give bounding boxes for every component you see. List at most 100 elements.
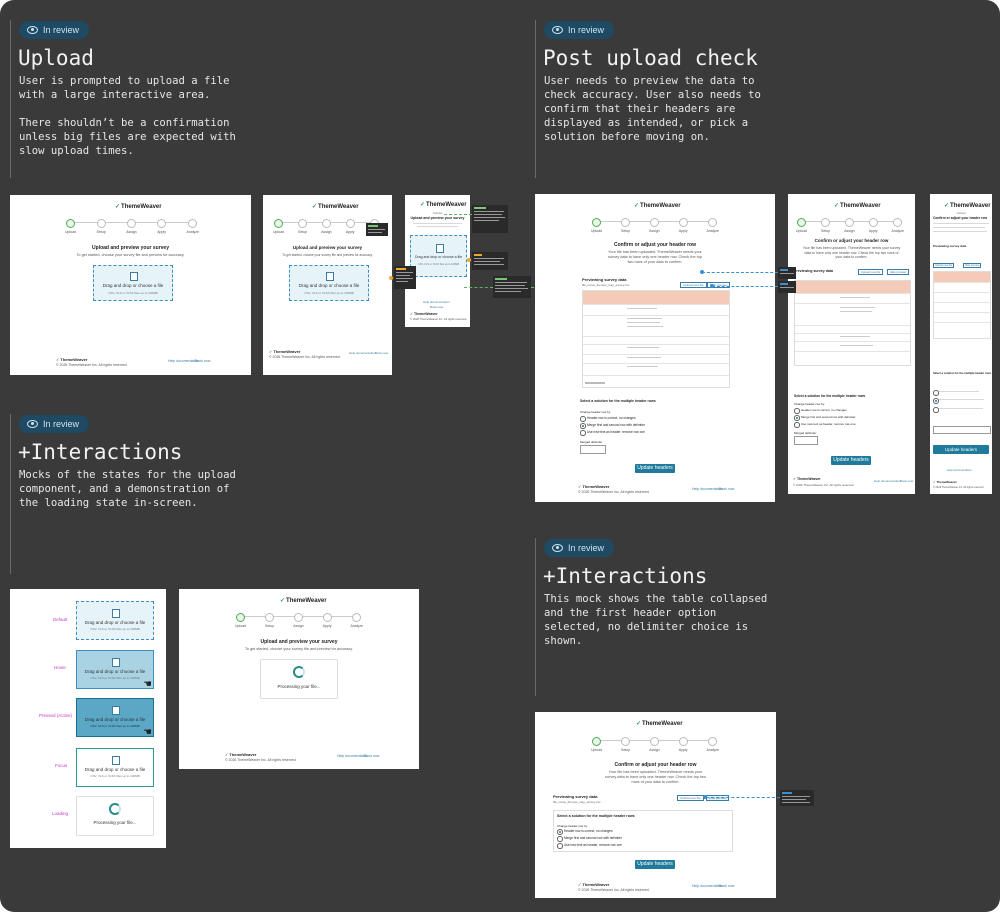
step-analyze[interactable]: Analyze: [707, 737, 719, 752]
step-analyze[interactable]: Analyze: [707, 218, 719, 233]
update-headers-button[interactable]: Update headers: [635, 464, 675, 473]
option-radio-no-change[interactable]: [794, 408, 800, 414]
step-upload[interactable]: Upload: [65, 219, 76, 234]
step-assign[interactable]: Assign: [649, 737, 660, 752]
footer-book-link[interactable]: Book now: [719, 487, 734, 491]
upload-new-file-button[interactable]: Upload new file: [677, 795, 704, 801]
step-apply[interactable]: Apply: [868, 218, 878, 233]
footer-help-link[interactable]: Help documentation: [874, 479, 901, 483]
footer-logo: ThemeWeaver: [578, 882, 609, 887]
footer-logo: ThemeWeaver: [578, 484, 609, 489]
annotation-note: [778, 267, 796, 279]
step-indicator: Upload: [956, 211, 966, 215]
step-analyze[interactable]: Analyze: [351, 613, 363, 628]
status-badge: In review: [544, 539, 615, 557]
footer-book-link[interactable]: Book now: [364, 754, 379, 758]
delimiter-label: Merged delimiter: [580, 440, 603, 444]
step-assign[interactable]: Assign: [321, 219, 332, 234]
stepper: Upload Setup Assign Apply Analyze: [235, 613, 363, 628]
brand-logo: ThemeWeaver: [634, 202, 681, 209]
step-apply[interactable]: Apply: [345, 219, 355, 234]
loading-spinner-icon: [293, 666, 305, 678]
section-title: Post upload check: [543, 46, 758, 70]
footer-logo: ThemeWeaver: [225, 752, 256, 757]
footer-book-link[interactable]: Book now: [430, 305, 443, 309]
hide-preview-button[interactable]: Hide preview: [887, 269, 910, 275]
stepper: Upload Setup Assign Apply Analyze: [65, 219, 199, 234]
footer-book-link[interactable]: Book now: [900, 479, 913, 483]
step-analyze[interactable]: Analyze: [187, 219, 199, 234]
update-headers-button[interactable]: Update headers: [635, 860, 675, 869]
option-radio-merge[interactable]: [580, 423, 586, 429]
option-radio-merge[interactable]: [933, 398, 939, 404]
option-radio-merge[interactable]: [557, 836, 563, 842]
cursor-icon: ☚: [143, 679, 152, 690]
upload-new-file-button[interactable]: Upload new file: [933, 263, 955, 268]
cursor-icon: ☚: [143, 727, 152, 738]
step-upload[interactable]: Upload: [591, 737, 602, 752]
loading-spinner-icon: [109, 803, 121, 815]
step-assign[interactable]: Assign: [844, 218, 855, 233]
confirm-header-screen-tablet: ThemeWeaver Upload Setup Assign Apply An…: [788, 194, 915, 494]
step-apply[interactable]: Apply: [678, 737, 688, 752]
option-radio-new-text[interactable]: [580, 430, 586, 436]
option-radio-new-text[interactable]: [557, 843, 563, 849]
footer-copyright: © 2026 ThemeWeaver Inc. All rights reser…: [225, 758, 297, 762]
step-setup[interactable]: Setup: [621, 218, 630, 233]
option-radio-merge[interactable]: [794, 415, 800, 421]
file-name: file_name_themes_may_survey.csv: [553, 800, 601, 804]
option-radio-no-change[interactable]: [933, 390, 939, 396]
option-radio-no-change[interactable]: [557, 829, 563, 835]
section-title: +Interactions: [18, 440, 183, 464]
delimiter-input[interactable]: [580, 445, 606, 454]
step-assign[interactable]: Assign: [126, 219, 137, 234]
step-analyze[interactable]: Analyze: [892, 218, 904, 233]
step-apply[interactable]: Apply: [157, 219, 167, 234]
footer-help-link[interactable]: Help documentation: [349, 351, 376, 355]
option-radio-new-text[interactable]: [794, 422, 800, 428]
step-upload[interactable]: Upload: [796, 218, 807, 233]
dropzone-default[interactable]: Drag and drop or choose a file CSV, XLS …: [76, 601, 154, 640]
file-dropzone[interactable]: Drag and drop or choose a file CSV, XLS …: [289, 265, 369, 301]
footer-book-link[interactable]: Book now: [195, 359, 210, 363]
update-headers-button[interactable]: Update headers: [831, 456, 871, 465]
show-preview-button[interactable]: Hide preview: [706, 795, 730, 801]
page-title: Confirm or adjust your header row: [933, 216, 988, 220]
delimiter-input[interactable]: [794, 436, 818, 445]
step-setup[interactable]: Setup: [265, 613, 274, 628]
file-dropzone[interactable]: Drag and drop or choose a file CSV, XLS …: [93, 265, 173, 301]
step-setup[interactable]: Setup: [97, 219, 106, 234]
footer-book-link[interactable]: Book now: [719, 884, 734, 888]
footer-help-link[interactable]: Help documentation: [947, 468, 972, 472]
step-setup[interactable]: Setup: [821, 218, 830, 233]
option-radio-no-change[interactable]: [580, 416, 586, 422]
file-icon: [326, 272, 334, 281]
step-upload[interactable]: Upload: [235, 613, 246, 628]
step-upload[interactable]: Upload: [273, 219, 284, 234]
update-headers-button[interactable]: Update headers: [933, 445, 989, 454]
upload-new-file-button[interactable]: Upload new file: [858, 269, 884, 275]
dropzone-focus[interactable]: Drag and drop or choose a file CSV, XLS …: [76, 748, 154, 787]
step-apply[interactable]: Apply: [322, 613, 332, 628]
step-setup[interactable]: Setup: [298, 219, 307, 234]
step-assign[interactable]: Assign: [293, 613, 304, 628]
survey-preview-table[interactable]: [794, 280, 911, 366]
confirm-header-screen-desktop: ThemeWeaver Upload Setup Assign Apply An…: [535, 194, 775, 502]
file-dropzone[interactable]: Drag and drop or choose a file CSV, XLS …: [410, 235, 467, 277]
preview-label: Previewing survey data: [933, 244, 967, 248]
upload-new-file-button[interactable]: Upload new file: [680, 282, 707, 288]
option-radio-new-text[interactable]: [933, 407, 939, 413]
step-setup[interactable]: Setup: [621, 737, 630, 752]
footer-copyright: © 2026 ThemeWeaver Inc. All rights reser…: [793, 483, 855, 487]
footer-help-link[interactable]: Help documentation: [423, 300, 450, 304]
step-upload[interactable]: Upload: [591, 218, 602, 233]
state-label-loading: Loading: [52, 811, 69, 816]
hide-preview-button[interactable]: Hide preview: [963, 263, 982, 268]
annotation-note: [780, 790, 814, 806]
step-assign[interactable]: Assign: [649, 218, 660, 233]
delimiter-input[interactable]: [933, 426, 991, 434]
survey-preview-table[interactable]: [933, 271, 991, 339]
survey-preview-table[interactable]: [582, 290, 730, 388]
footer-book-link[interactable]: Book now: [375, 351, 388, 355]
step-apply[interactable]: Apply: [678, 218, 688, 233]
